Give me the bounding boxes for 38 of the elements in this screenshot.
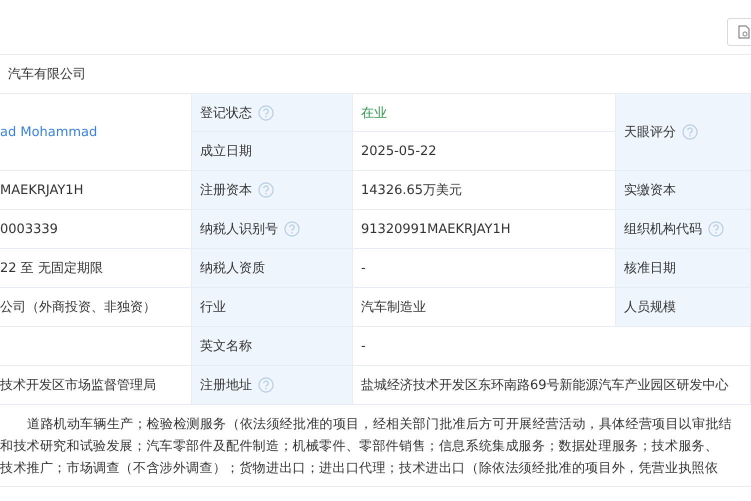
field-value: MAEKRJAY1H — [0, 182, 84, 198]
field-label: 纳税人识别号 — [200, 221, 278, 238]
field-label: 实缴资本 — [624, 182, 676, 199]
help-icon[interactable] — [708, 221, 724, 237]
field-label: 成立日期 — [200, 143, 252, 160]
field-value: 盐城经济技术开发区东环南路69号新能源汽车产业园区研发中心 — [361, 377, 729, 394]
field-label: 纳税人资质 — [200, 260, 265, 277]
help-icon[interactable] — [258, 104, 274, 120]
business-scope-text: 技术推广；市场调查（不含涉外调查）；货物进出口；进出口代理；技术进出口（除依法须经批准的项目外，凭营业执照依 — [0, 460, 718, 476]
field-label: 英文名称 — [200, 338, 252, 355]
field-label: 组织机构代码 — [624, 221, 702, 238]
field-value: 2025-05-22 — [361, 144, 437, 158]
field-value: 14326.65万美元 — [361, 182, 462, 199]
field-label: 注册地址 — [200, 377, 252, 394]
document-icon — [738, 25, 750, 39]
field-label: 核准日期 — [624, 260, 676, 277]
field-value: 汽车制造业 — [361, 299, 426, 316]
field-label: 人员规模 — [624, 299, 676, 316]
field-value: 公司（外商投资、非独资） — [0, 299, 156, 316]
help-icon[interactable] — [258, 182, 274, 198]
help-icon[interactable] — [682, 124, 698, 140]
field-value: - — [361, 260, 366, 276]
legal-representative-link[interactable]: ad Mohammad — [0, 124, 98, 140]
help-icon[interactable] — [258, 377, 274, 393]
business-scope-text: 和技术研究和试验发展；汽车零部件及配件制造；机械零件、零部件销售；信息系统集成服务；数据处理服务；技术服务、 — [0, 438, 718, 454]
help-icon[interactable] — [284, 221, 300, 237]
field-label: 注册资本 — [200, 182, 252, 199]
field-label: 登记状态 — [200, 104, 252, 122]
status-value: 在业 — [361, 104, 387, 122]
field-value: 技术开发区市场监督管理局 — [0, 377, 156, 394]
field-label: 行业 — [200, 299, 226, 316]
field-value: 0003339 — [0, 222, 58, 236]
field-value: 22 至 无固定期限 — [0, 260, 103, 277]
field-value: - — [361, 338, 366, 354]
field-value: 91320991MAEKRJAY1H — [361, 222, 511, 236]
company-name: 汽车有限公司 — [8, 66, 86, 83]
field-label: 天眼评分 — [624, 124, 676, 141]
business-scope-text: 道路机动车辆生产；检验检测服务（依法须经批准的项目，经相关部门批准后方可开展经营活动，具体经营项目以审批结 — [26, 416, 732, 432]
